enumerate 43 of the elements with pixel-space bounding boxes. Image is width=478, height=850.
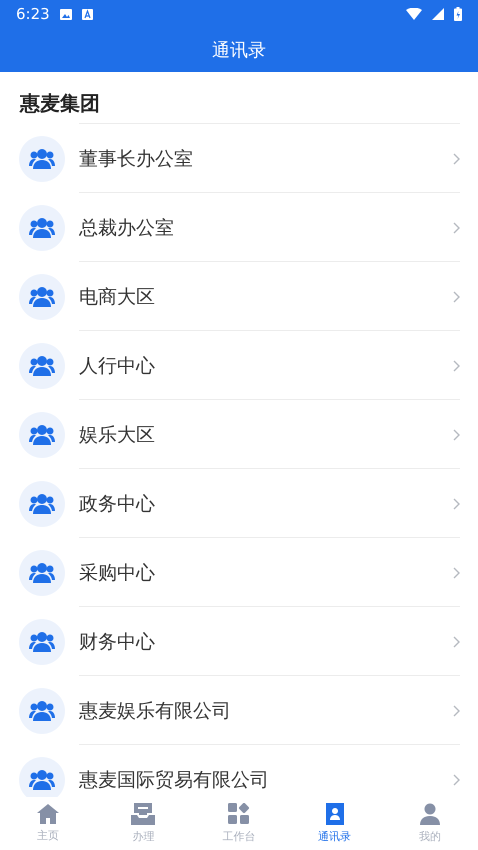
image-icon (60, 8, 72, 20)
wifi-icon (406, 8, 422, 20)
notification-icon (82, 8, 93, 20)
tab[interactable]: 通讯录 (286, 797, 382, 850)
battery-icon (454, 7, 462, 21)
people-icon (29, 630, 55, 652)
home-icon (36, 804, 59, 824)
chevron-right-icon (453, 222, 460, 234)
chevron-right-icon (453, 428, 460, 440)
people-icon (29, 562, 55, 584)
chevron-right-icon (453, 290, 460, 302)
chevron-right-icon (453, 360, 460, 372)
people-icon (29, 354, 55, 376)
department-row[interactable]: 采购中心 (0, 538, 478, 607)
department-row[interactable]: 董事长办公室 (0, 124, 478, 193)
department-row[interactable]: 财务中心 (0, 607, 478, 676)
person-icon (419, 803, 442, 825)
department-row[interactable]: 总裁办公室 (0, 193, 478, 262)
chevron-right-icon (453, 704, 460, 716)
people-icon (29, 768, 55, 790)
people-icon (29, 286, 55, 308)
chevron-right-icon (453, 636, 460, 648)
group-title: 惠麦集团 (20, 91, 100, 115)
department-row[interactable]: 娱乐大区 (0, 400, 478, 469)
signal-icon (432, 8, 444, 20)
people-icon (29, 216, 55, 238)
contacts-icon (324, 803, 346, 825)
department-row[interactable]: 惠麦娱乐有限公司 (0, 676, 478, 745)
people-icon (29, 424, 55, 446)
department-row[interactable]: 电商大区 (0, 262, 478, 331)
page-title: 通讯录 (212, 39, 266, 62)
grid-icon (228, 803, 250, 825)
people-icon (29, 492, 55, 514)
chevron-right-icon (453, 774, 460, 786)
chevron-right-icon (453, 566, 460, 578)
chevron-right-icon (453, 498, 460, 510)
people-icon (29, 700, 55, 722)
people-icon (29, 148, 55, 170)
department-row[interactable]: 政务中心 (0, 469, 478, 538)
status-time: 6:23 (16, 5, 50, 23)
chevron-right-icon (453, 152, 460, 164)
department-row[interactable]: 人行中心 (0, 331, 478, 400)
tray-icon (131, 803, 156, 825)
